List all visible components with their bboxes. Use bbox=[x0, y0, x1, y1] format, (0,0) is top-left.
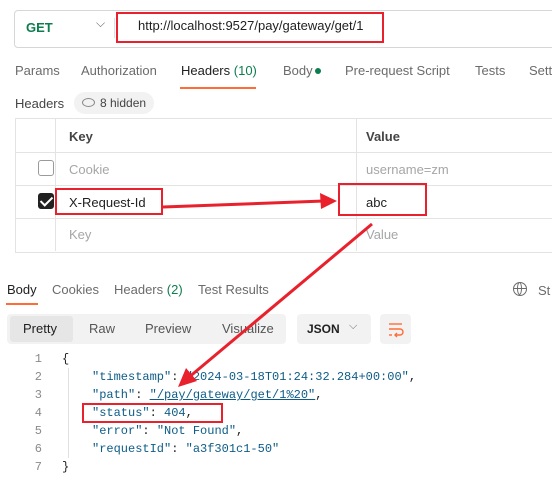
annotation-arrows bbox=[162, 193, 373, 387]
arrow-value-to-response bbox=[187, 222, 373, 380]
arrowhead bbox=[320, 193, 337, 209]
arrow-key-to-value bbox=[162, 199, 325, 209]
arrowhead bbox=[178, 368, 197, 387]
